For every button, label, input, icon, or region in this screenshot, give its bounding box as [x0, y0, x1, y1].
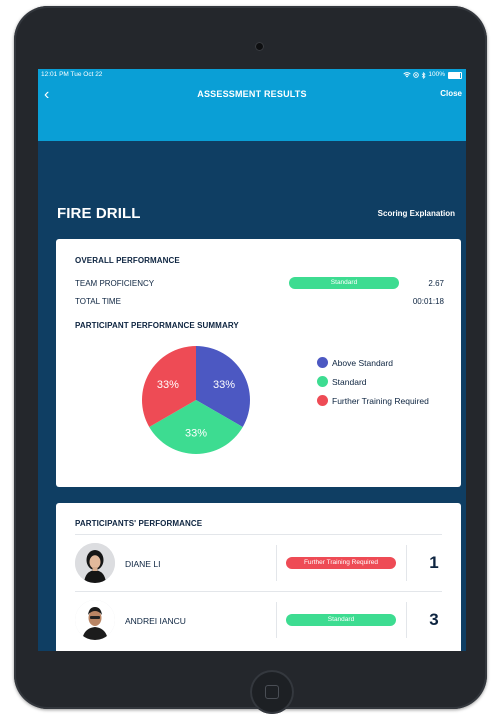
battery-percent: 100%: [428, 71, 445, 78]
bluetooth-icon: [422, 71, 426, 79]
overall-performance-heading: OVERALL PERFORMANCE: [75, 256, 180, 265]
status-bar: 12:01 PM Tue Oct 22 100%: [38, 69, 466, 81]
avatar: [75, 600, 115, 640]
status-icons: 100%: [403, 69, 462, 81]
status-time: 12:01 PM Tue Oct 22: [41, 71, 103, 78]
page-title: FIRE DRILL: [57, 205, 141, 222]
row-divider: [406, 602, 407, 638]
close-button[interactable]: Close: [440, 89, 462, 98]
avatar: [75, 543, 115, 583]
legend-label: Above Standard: [332, 357, 393, 368]
wifi-icon: [403, 72, 412, 78]
app-screen: 12:01 PM Tue Oct 22 100% ‹ ASSESSMENT RE…: [38, 69, 466, 651]
row-separator: [75, 591, 442, 592]
avatar-image: [75, 543, 115, 583]
total-time-label: TOTAL TIME: [75, 297, 121, 306]
row-divider: [406, 545, 407, 581]
legend-dot-further-training: [317, 395, 328, 406]
row-divider: [276, 602, 277, 638]
legend-label: Standard: [332, 376, 367, 387]
pie-label-above-standard: 33%: [213, 379, 235, 391]
participants-card: PARTICIPANTS' PERFORMANCE DIANE LI Furth…: [56, 503, 461, 651]
team-proficiency-badge: Standard: [289, 277, 399, 289]
legend-dot-above-standard: [317, 357, 328, 368]
legend-item-above-standard: Above Standard: [317, 357, 393, 368]
location-icon: [413, 72, 420, 78]
legend-item-further-training: Further Training Required: [317, 395, 429, 406]
participant-name: DIANE LI: [125, 559, 161, 569]
nav-bar: ‹ ASSESSMENT RESULTS Close: [38, 81, 466, 141]
legend-item-standard: Standard: [317, 376, 367, 387]
legend-dot-standard: [317, 376, 328, 387]
avatar-image: [75, 600, 115, 640]
legend-label: Further Training Required: [332, 395, 429, 406]
battery-icon: [448, 71, 462, 79]
home-button-icon: [265, 685, 279, 699]
pie-label-standard: 33%: [185, 427, 207, 439]
total-time-value: 00:01:18: [412, 297, 444, 306]
overall-performance-card: OVERALL PERFORMANCE TEAM PROFICIENCY Sta…: [56, 239, 461, 487]
home-button[interactable]: [250, 670, 294, 714]
scoring-explanation-link[interactable]: Scoring Explanation: [378, 209, 455, 218]
participant-badge: Standard: [286, 614, 396, 626]
participant-name: ANDREI IANCU: [125, 616, 186, 626]
nav-title: ASSESSMENT RESULTS: [197, 89, 307, 99]
team-proficiency-value: 2.67: [428, 279, 444, 288]
participant-score: 3: [429, 610, 439, 629]
participants-heading: PARTICIPANTS' PERFORMANCE: [75, 519, 203, 528]
pie-label-further-training: 33%: [157, 379, 179, 391]
front-camera: [255, 42, 264, 51]
participant-score: 1: [429, 553, 439, 572]
summary-heading: PARTICIPANT PERFORMANCE SUMMARY: [75, 321, 239, 330]
row-divider: [276, 545, 277, 581]
team-proficiency-label: TEAM PROFICIENCY: [75, 279, 155, 288]
performance-pie-chart: 33% 33% 33%: [142, 346, 250, 454]
participant-badge: Further Training Required: [286, 557, 396, 569]
heading-divider: [75, 534, 442, 535]
